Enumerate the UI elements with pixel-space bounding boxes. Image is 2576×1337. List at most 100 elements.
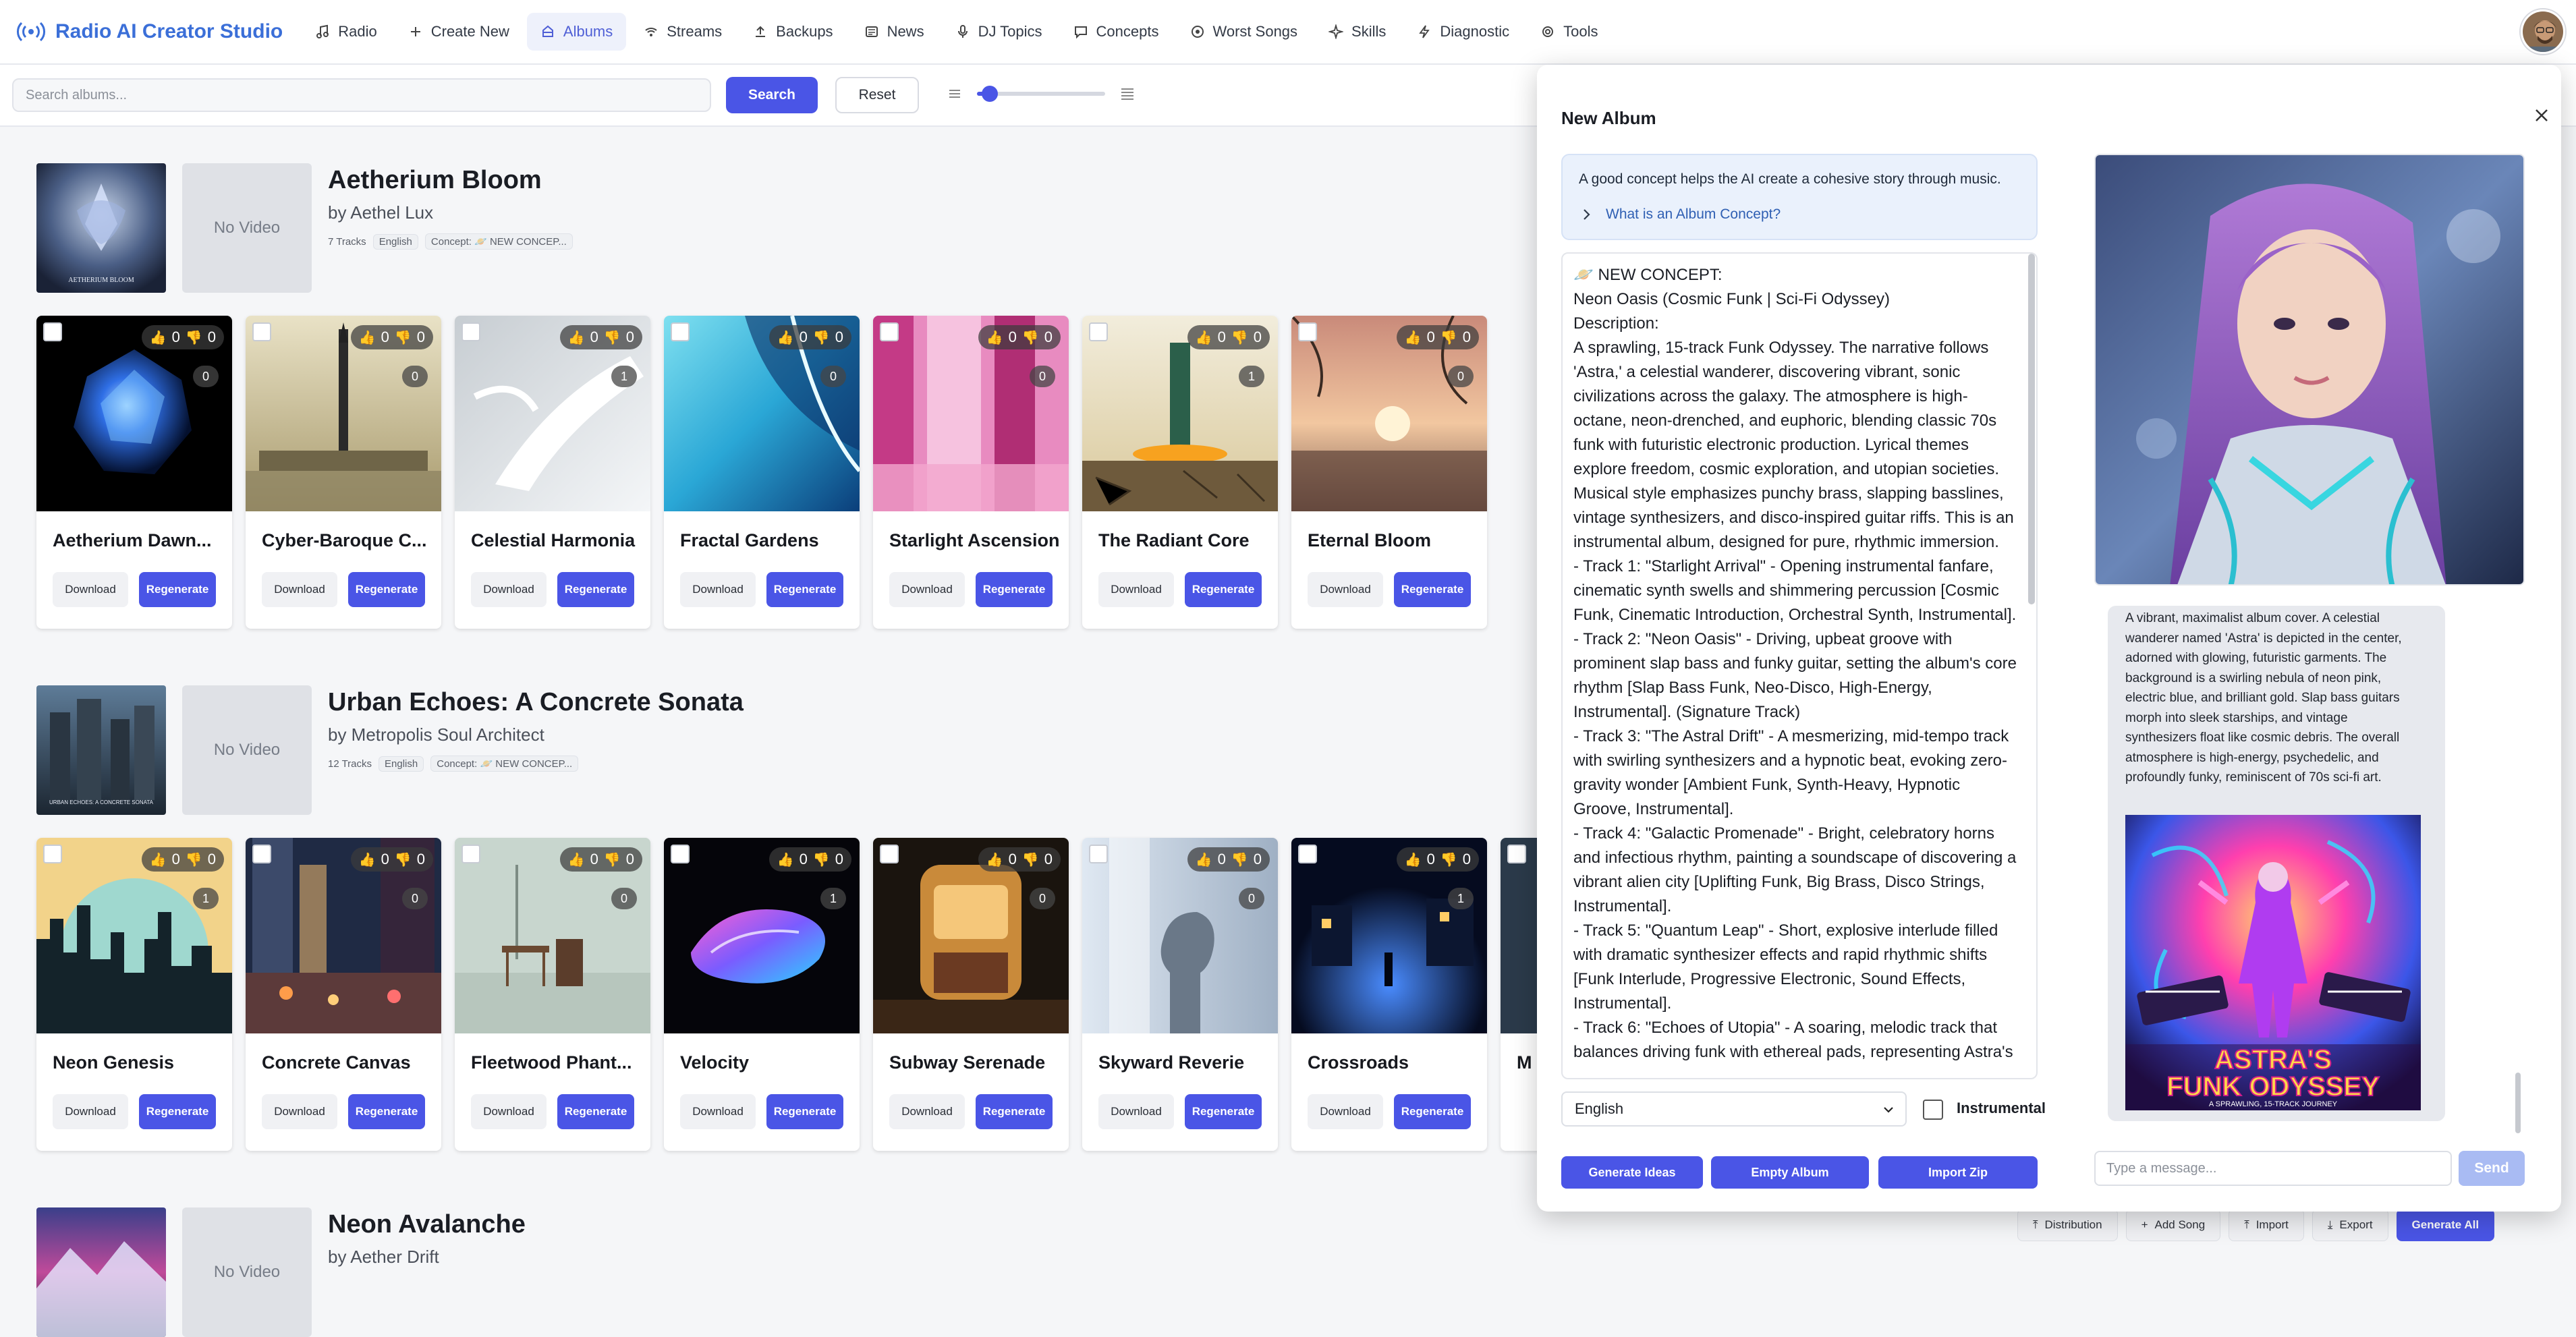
chat-message-input[interactable] (2094, 1151, 2452, 1186)
import-zip-button[interactable]: Import Zip (1878, 1156, 2038, 1189)
download-button[interactable]: Download (262, 1094, 337, 1129)
album-cover[interactable]: AETHERIUM BLOOM (36, 163, 166, 293)
export-button[interactable]: ⤓ Export (2312, 1209, 2388, 1241)
download-button[interactable]: Download (1308, 1094, 1383, 1129)
regenerate-button[interactable]: Regenerate (1185, 572, 1262, 607)
regenerate-button[interactable]: Regenerate (976, 572, 1053, 607)
send-button[interactable]: Send (2459, 1151, 2525, 1186)
thumbs-down-icon[interactable]: 👎 (1022, 329, 1039, 346)
thumbs-down-icon[interactable]: 👎 (813, 329, 830, 346)
close-icon[interactable] (2531, 105, 2552, 125)
thumbs-up-icon[interactable]: 👍 (150, 851, 167, 868)
generate-all-button[interactable]: Generate All (2396, 1209, 2495, 1241)
download-button[interactable]: Download (889, 1094, 965, 1129)
track-select-checkbox[interactable] (880, 322, 899, 341)
thumbs-up-icon[interactable]: 👍 (1405, 851, 1422, 868)
instrumental-checkbox[interactable] (1923, 1100, 1943, 1120)
track-select-checkbox[interactable] (1298, 322, 1317, 341)
thumbs-up-icon[interactable]: 👍 (777, 851, 794, 868)
album-title[interactable]: Urban Echoes: A Concrete Sonata (328, 688, 744, 717)
regenerate-button[interactable]: Regenerate (1185, 1094, 1262, 1129)
thumbs-up-icon[interactable]: 👍 (359, 851, 376, 868)
video-placeholder[interactable]: No Video (182, 1207, 312, 1337)
track-select-checkbox[interactable] (43, 845, 62, 863)
thumbs-down-icon[interactable]: 👎 (1440, 329, 1457, 346)
nav-diagnostic[interactable]: Diagnostic (1403, 13, 1523, 51)
generated-cover-image[interactable]: ASTRA'S FUNK ODYSSEY A SPRAWLING, 15-TRA… (2125, 815, 2421, 1110)
download-button[interactable]: Download (471, 572, 547, 607)
empty-album-button[interactable]: Empty Album (1711, 1156, 1869, 1189)
import-button[interactable]: ⤒ Import (2229, 1209, 2304, 1241)
nav-backups[interactable]: Backups (739, 13, 846, 51)
nav-concepts[interactable]: Concepts (1060, 13, 1173, 51)
regenerate-button[interactable]: Regenerate (1394, 1094, 1471, 1129)
thumbs-down-icon[interactable]: 👎 (395, 329, 412, 346)
download-button[interactable]: Download (53, 1094, 128, 1129)
nav-radio[interactable]: Radio (302, 13, 390, 51)
regenerate-button[interactable]: Regenerate (139, 572, 216, 607)
language-select[interactable]: English (1561, 1091, 1907, 1127)
album-cover[interactable] (36, 1207, 166, 1337)
thumbs-down-icon[interactable]: 👎 (1231, 329, 1248, 346)
regenerate-button[interactable]: Regenerate (557, 1094, 634, 1129)
video-placeholder[interactable]: No Video (182, 685, 312, 815)
regenerate-button[interactable]: Regenerate (976, 1094, 1053, 1129)
download-button[interactable]: Download (889, 572, 965, 607)
track-select-checkbox[interactable] (880, 845, 899, 863)
search-button[interactable]: Search (726, 77, 818, 113)
thumbs-up-icon[interactable]: 👍 (568, 851, 585, 868)
album-cover[interactable]: URBAN ECHOES: A CONCRETE SONATA (36, 685, 166, 815)
track-select-checkbox[interactable] (461, 845, 480, 863)
track-select-checkbox[interactable] (1298, 845, 1317, 863)
reset-button[interactable]: Reset (835, 77, 919, 113)
download-button[interactable]: Download (1098, 1094, 1174, 1129)
album-title[interactable]: Neon Avalanche (328, 1210, 526, 1239)
thumbs-down-icon[interactable]: 👎 (604, 329, 621, 346)
concept-badge[interactable]: Concept: 🪐 NEW CONCEP... (430, 756, 579, 772)
thumbs-up-icon[interactable]: 👍 (568, 329, 585, 346)
regenerate-button[interactable]: Regenerate (1394, 572, 1471, 607)
track-select-checkbox[interactable] (252, 322, 271, 341)
thumbs-down-icon[interactable]: 👎 (186, 329, 202, 346)
track-select-checkbox[interactable] (1089, 322, 1108, 341)
thumbs-down-icon[interactable]: 👎 (186, 851, 202, 868)
regenerate-button[interactable]: Regenerate (766, 572, 843, 607)
download-button[interactable]: Download (471, 1094, 547, 1129)
thumbs-down-icon[interactable]: 👎 (604, 851, 621, 868)
regenerate-button[interactable]: Regenerate (348, 572, 425, 607)
album-cover-preview[interactable] (2094, 154, 2525, 586)
thumbs-up-icon[interactable]: 👍 (1405, 329, 1422, 346)
album-title[interactable]: Aetherium Bloom (328, 166, 542, 195)
track-select-checkbox[interactable] (1089, 845, 1108, 863)
download-button[interactable]: Download (53, 572, 128, 607)
thumbs-up-icon[interactable]: 👍 (986, 329, 1003, 346)
thumbs-up-icon[interactable]: 👍 (1196, 851, 1212, 868)
track-select-checkbox[interactable] (671, 322, 690, 341)
thumbs-up-icon[interactable]: 👍 (150, 329, 167, 346)
regenerate-button[interactable]: Regenerate (766, 1094, 843, 1129)
concept-badge[interactable]: Concept: 🪐 NEW CONCEP... (424, 233, 573, 250)
chat-scrollbar[interactable] (2515, 1073, 2521, 1133)
concept-scrollbar[interactable] (2028, 254, 2035, 604)
nav-news[interactable]: News (851, 13, 938, 51)
thumbs-down-icon[interactable]: 👎 (813, 851, 830, 868)
nav-streams[interactable]: Streams (630, 13, 735, 51)
track-select-checkbox[interactable] (671, 845, 690, 863)
nav-albums[interactable]: Albums (526, 13, 627, 51)
download-button[interactable]: Download (680, 572, 756, 607)
thumbs-up-icon[interactable]: 👍 (777, 329, 794, 346)
search-input[interactable] (12, 78, 711, 112)
thumbs-down-icon[interactable]: 👎 (1231, 851, 1248, 868)
video-placeholder[interactable]: No Video (182, 163, 312, 293)
download-button[interactable]: Download (1308, 572, 1383, 607)
nav-skills[interactable]: Skills (1315, 13, 1399, 51)
concept-textarea[interactable]: 🪐 NEW CONCEPT: Neon Oasis (Cosmic Funk |… (1561, 252, 2038, 1079)
thumbs-up-icon[interactable]: 👍 (1196, 329, 1212, 346)
thumbs-up-icon[interactable]: 👍 (359, 329, 376, 346)
generate-ideas-button[interactable]: Generate Ideas (1561, 1156, 1703, 1189)
regenerate-button[interactable]: Regenerate (348, 1094, 425, 1129)
track-select-checkbox[interactable] (252, 845, 271, 863)
zoom-slider[interactable] (977, 86, 1105, 102)
add-song-button[interactable]: + Add Song (2125, 1209, 2221, 1241)
list-compact-icon[interactable] (946, 85, 963, 103)
